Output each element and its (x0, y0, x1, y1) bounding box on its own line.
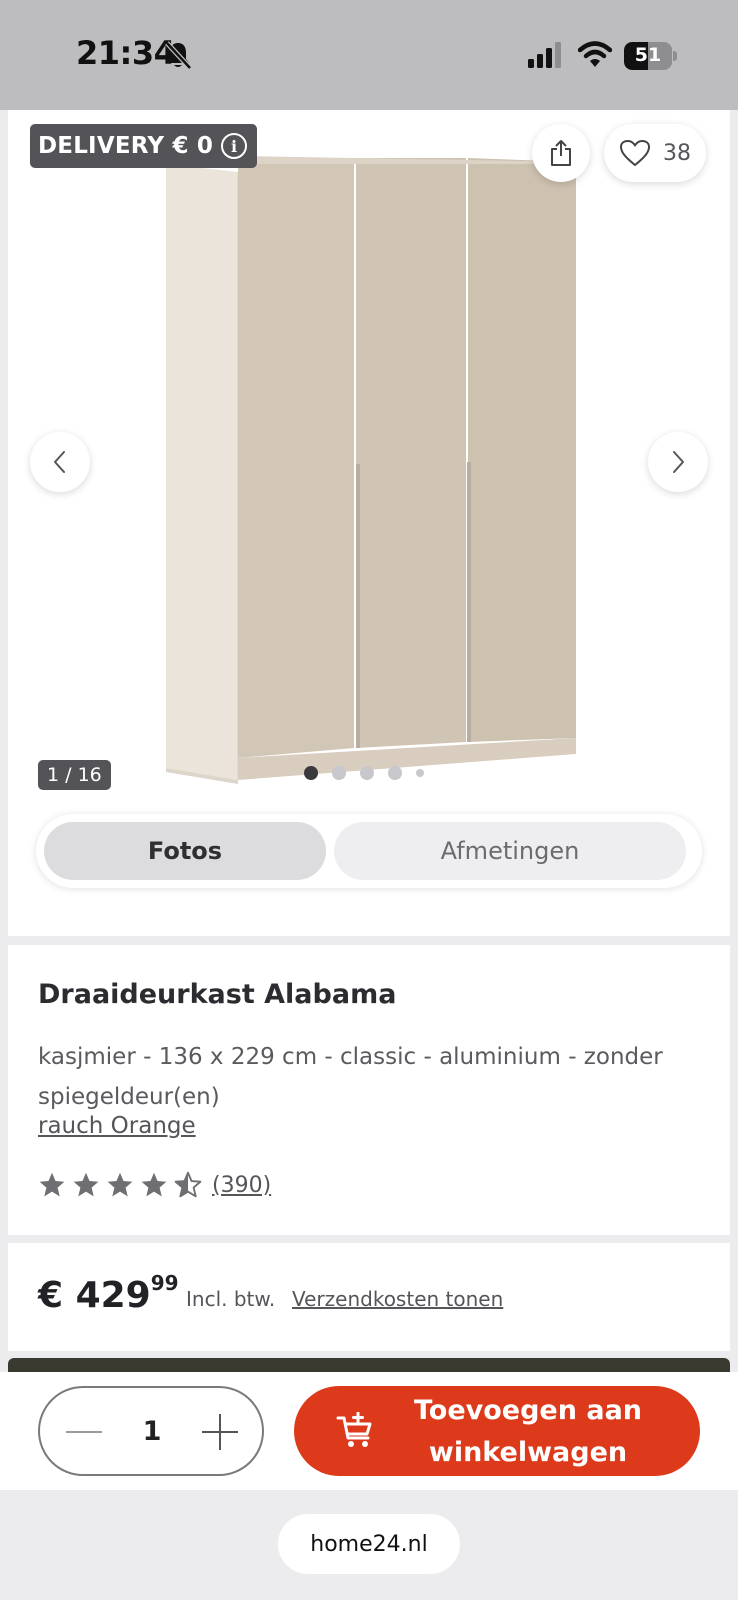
battery-icon: 51 (624, 42, 677, 70)
product-gallery: DELIVERY € 0 i 38 1 / 16 Fotos Afmetinge… (8, 110, 730, 936)
carousel-dot[interactable] (360, 766, 374, 780)
minus-icon (66, 1431, 102, 1433)
brand-link[interactable]: rauch Orange (38, 1113, 196, 1139)
purchase-bar: 1 Toevoegen aan winkelwagen (0, 1372, 738, 1490)
wifi-icon (578, 41, 612, 67)
vat-note: Incl. btw. (186, 1287, 276, 1311)
url-bar[interactable]: home24.nl (278, 1514, 460, 1574)
tab-fotos[interactable]: Fotos (44, 822, 326, 880)
signal-icon (528, 42, 561, 68)
share-button[interactable] (532, 124, 590, 182)
banner-edge (8, 1358, 730, 1372)
price-cents: 99 (150, 1271, 179, 1295)
add-to-cart-label-line2: winkelwagen (428, 1437, 628, 1468)
product-price: € 42999 (38, 1271, 179, 1316)
plus-icon (202, 1414, 238, 1450)
quantity-stepper: 1 (38, 1386, 264, 1476)
price-main: € 429 (38, 1275, 151, 1316)
share-icon (551, 140, 571, 166)
decrease-quantity-button[interactable] (60, 1408, 108, 1456)
star-icon (39, 1172, 65, 1197)
info-icon[interactable]: i (221, 133, 248, 159)
bell-slash-icon (165, 41, 192, 70)
carousel-dot[interactable] (332, 766, 346, 780)
image-counter: 1 / 16 (38, 760, 111, 790)
heart-icon (620, 140, 650, 166)
star-icon (73, 1172, 99, 1197)
carousel-dots (304, 766, 424, 780)
browser-bar: home24.nl (0, 1490, 738, 1600)
star-icon (107, 1172, 133, 1197)
add-to-cart-label-line1: Toevoegen aan (413, 1395, 643, 1426)
product-title: Draaideurkast Alabama (38, 979, 397, 1010)
cart-add-icon (336, 1412, 372, 1447)
product-info: Draaideurkast Alabama kasjmier - 136 x 2… (8, 945, 730, 1235)
status-time: 21:34 (76, 34, 176, 72)
shipping-costs-link[interactable]: Verzendkosten tonen (292, 1287, 503, 1311)
battery-level: 51 (634, 44, 662, 66)
product-variant: kasjmier - 136 x 229 cm - classic - alum… (38, 1044, 663, 1110)
product-image-wardrobe[interactable] (158, 150, 588, 800)
add-to-cart-label: Toevoegen aan winkelwagen (394, 1390, 662, 1474)
wishlist-count: 38 (663, 140, 691, 166)
tab-afmetingen[interactable]: Afmetingen (334, 822, 686, 880)
product-rating[interactable]: (390) (38, 1171, 271, 1199)
next-image-button[interactable] (648, 432, 708, 492)
previous-image-button[interactable] (30, 432, 90, 492)
price-section: € 42999 Incl. btw. Verzendkosten tonen (8, 1243, 730, 1351)
increase-quantity-button[interactable] (196, 1408, 244, 1456)
add-to-cart-button[interactable]: Toevoegen aan winkelwagen (294, 1386, 700, 1476)
status-bar: 21:34 51 (0, 0, 738, 110)
chevron-right-icon (673, 451, 684, 473)
delivery-badge[interactable]: DELIVERY € 0 i (30, 124, 258, 168)
quantity-value[interactable]: 1 (120, 1416, 184, 1447)
star-icon (141, 1172, 167, 1197)
delivery-badge-label: DELIVERY € 0 (38, 133, 214, 159)
star-half-icon (174, 1171, 202, 1198)
wishlist-button[interactable]: 38 (604, 124, 706, 182)
carousel-dot[interactable] (388, 766, 402, 780)
carousel-dot[interactable] (416, 769, 424, 777)
chevron-left-icon (54, 451, 65, 473)
review-count[interactable]: (390) (212, 1173, 271, 1198)
carousel-dot[interactable] (304, 766, 318, 780)
media-tab-switch: Fotos Afmetingen (36, 814, 702, 888)
